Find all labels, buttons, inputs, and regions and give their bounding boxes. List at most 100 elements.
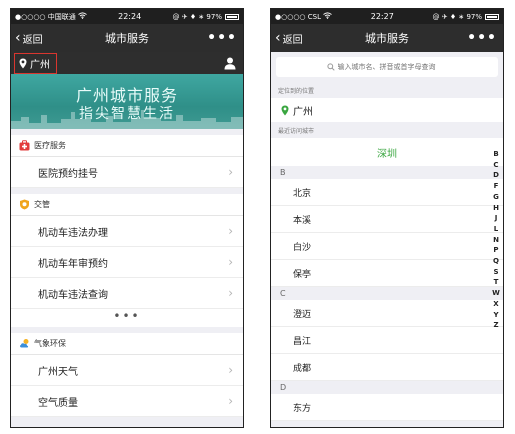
recent-city-button[interactable]: 深圳 <box>271 138 503 166</box>
more-menu-button[interactable]: ••• <box>467 24 497 52</box>
weather-cloud-icon <box>20 339 29 348</box>
city-item[interactable]: 东方 <box>271 394 503 421</box>
phone-city-services: ●○○○○ 中国联通 22:24 @ ✈ ♦ ∗ 97% ‹ 返回 城市服务 •… <box>10 8 244 428</box>
index-letter-z[interactable]: Z <box>493 320 498 331</box>
chevron-right-icon: › <box>228 363 233 377</box>
more-menu-button[interactable]: ••• <box>207 24 237 52</box>
traffic-shield-icon <box>20 199 29 210</box>
current-city-name: 广州 <box>293 106 313 118</box>
phone-city-picker: ●○○○○ CSL 22:27 @ ✈ ♦ ∗ 97% ‹ 返回 城市服务 ••… <box>270 8 504 428</box>
city-selector-button[interactable]: 广州 <box>14 52 57 74</box>
back-button[interactable]: ‹ 返回 <box>275 24 303 52</box>
city-item[interactable]: 成都 <box>271 354 503 381</box>
screenshot-stage: ●○○○○ 中国联通 22:24 @ ✈ ♦ ∗ 97% ‹ 返回 城市服务 •… <box>0 0 515 434</box>
section-traffic: 交管 机动车违法办理 › 机动车年审预约 › 机动车违法查询 › ••• <box>11 194 243 327</box>
banner-subtitle: 指尖智慧生活 <box>79 106 175 122</box>
search-bar <box>271 52 503 82</box>
index-letter-j[interactable]: J <box>495 213 498 224</box>
section-title: 气象环保 <box>34 339 66 348</box>
search-box[interactable] <box>276 57 498 77</box>
back-label: 返回 <box>282 34 303 46</box>
service-violation-query[interactable]: 机动车违法查询 › <box>11 278 243 309</box>
status-bar: ●○○○○ 中国联通 22:24 @ ✈ ♦ ∗ 97% <box>11 9 243 24</box>
location-pin-icon <box>19 58 27 68</box>
status-bar: ●○○○○ CSL 22:27 @ ✈ ♦ ∗ 97% <box>271 9 503 24</box>
index-letter-s[interactable]: S <box>493 267 498 278</box>
index-letter-b[interactable]: B <box>493 149 498 160</box>
wifi-icon <box>77 12 87 21</box>
service-guangzhou-weather[interactable]: 广州天气 › <box>11 355 243 386</box>
back-label: 返回 <box>22 34 43 46</box>
section-medical: 医疗服务 医院预约挂号 › <box>11 135 243 188</box>
carrier-label: ●○○○○ 中国联通 <box>15 12 76 21</box>
service-label: 医院预约挂号 <box>38 168 98 180</box>
index-letter-f[interactable]: F <box>494 181 499 192</box>
page-title: 城市服务 <box>105 32 149 45</box>
search-icon <box>326 63 335 71</box>
recent-cities-label: 最近访问城市 <box>278 127 315 135</box>
service-violation-handling[interactable]: 机动车违法办理 › <box>11 216 243 247</box>
city-item[interactable]: 澄迈 <box>271 300 503 327</box>
letter-header-c: C <box>271 287 503 300</box>
service-label: 广州天气 <box>38 366 78 378</box>
show-more-button[interactable]: ••• <box>11 309 243 327</box>
location-bar: 广州 <box>11 52 243 74</box>
chevron-right-icon: › <box>228 286 233 300</box>
chevron-right-icon: › <box>228 165 233 179</box>
city-item[interactable]: 白沙 <box>271 233 503 260</box>
index-letter-q[interactable]: Q <box>493 256 499 267</box>
status-right: @ ✈ ♦ ∗ 97% <box>172 12 222 21</box>
letter-header-d: D <box>271 381 503 394</box>
current-location-city[interactable]: 广州 <box>271 98 503 122</box>
back-button[interactable]: ‹ 返回 <box>15 24 43 52</box>
index-letter-d[interactable]: D <box>493 170 499 181</box>
city-item[interactable]: 北京 <box>271 179 503 206</box>
status-time: 22:27 <box>370 12 394 21</box>
back-arrow-icon: ‹ <box>275 30 281 46</box>
index-letter-p[interactable]: P <box>493 245 498 256</box>
index-letter-n[interactable]: N <box>493 235 499 246</box>
index-letter-w[interactable]: W <box>492 288 500 299</box>
search-input[interactable] <box>337 63 448 71</box>
chevron-right-icon: › <box>228 224 233 238</box>
chevron-right-icon: › <box>228 255 233 269</box>
section-header: 交管 <box>11 194 243 216</box>
city-item[interactable]: 保亭 <box>271 260 503 287</box>
city-banner[interactable]: 广州城市服务 指尖智慧生活 <box>11 74 243 129</box>
city-item[interactable]: 昌江 <box>271 327 503 354</box>
service-label: 机动车年审预约 <box>38 258 108 270</box>
current-location-label: 定位到的位置 <box>278 87 315 95</box>
index-letter-t[interactable]: T <box>494 277 499 288</box>
index-letter-c[interactable]: C <box>493 160 498 171</box>
user-profile-icon[interactable] <box>223 56 237 70</box>
service-hospital-appointment[interactable]: 医院预约挂号 › <box>11 157 243 188</box>
index-letter-g[interactable]: G <box>493 192 499 203</box>
index-letter-y[interactable]: Y <box>493 310 498 321</box>
service-label: 空气质量 <box>38 397 78 409</box>
section-title: 交管 <box>34 200 50 209</box>
battery-icon <box>485 13 499 20</box>
service-air-quality[interactable]: 空气质量 › <box>11 386 243 417</box>
carrier-label: ●○○○○ CSL <box>275 12 321 21</box>
nav-bar: ‹ 返回 城市服务 ••• <box>11 24 243 52</box>
index-letter-l[interactable]: L <box>494 224 498 235</box>
alphabet-index-bar[interactable]: BCDFGHJLNPQSTWXYZ <box>491 149 501 331</box>
service-label: 机动车违法办理 <box>38 227 108 239</box>
nav-bar: ‹ 返回 城市服务 ••• <box>271 24 503 52</box>
service-annual-inspection[interactable]: 机动车年审预约 › <box>11 247 243 278</box>
service-label: 机动车违法查询 <box>38 289 108 301</box>
section-title: 医疗服务 <box>34 141 66 150</box>
status-time: 22:24 <box>118 12 142 21</box>
current-city-label: 广州 <box>30 59 50 71</box>
city-item[interactable]: 本溪 <box>271 206 503 233</box>
location-pin-icon <box>281 105 289 115</box>
section-header: 气象环保 <box>11 333 243 355</box>
section-header: 医疗服务 <box>11 135 243 157</box>
medical-kit-icon <box>19 140 30 151</box>
wifi-icon <box>323 12 332 21</box>
letter-header-b: B <box>271 166 503 179</box>
index-letter-x[interactable]: X <box>493 299 498 310</box>
battery-icon <box>224 13 239 20</box>
index-letter-h[interactable]: H <box>493 203 499 214</box>
back-arrow-icon: ‹ <box>15 30 21 46</box>
